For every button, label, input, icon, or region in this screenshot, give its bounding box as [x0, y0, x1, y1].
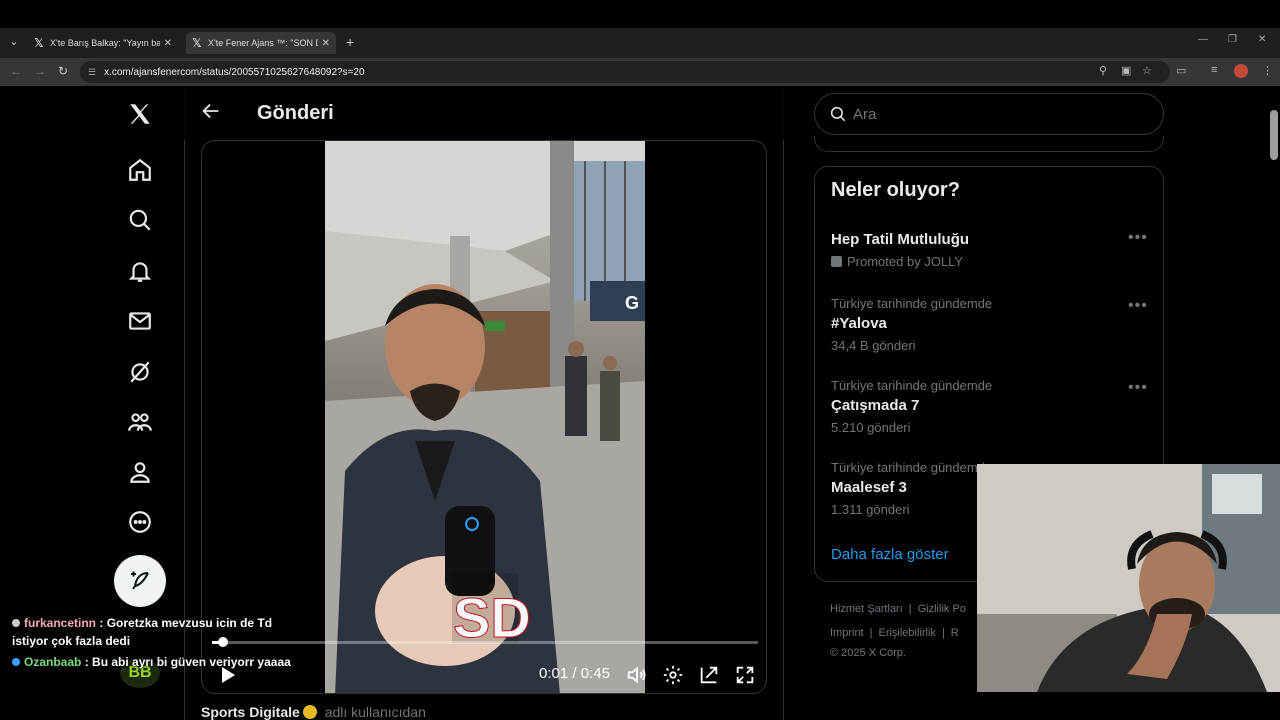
chat-badge-icon	[12, 658, 20, 666]
settings-gear-icon[interactable]	[662, 664, 684, 686]
fullscreen-icon[interactable]	[734, 664, 756, 686]
video-progress-track[interactable]	[212, 641, 758, 644]
picture-in-picture-icon[interactable]	[698, 664, 720, 686]
page-scrollbar[interactable]	[1270, 110, 1278, 160]
trend-more-icon[interactable]: •••	[1128, 229, 1148, 247]
search-box[interactable]	[814, 93, 1164, 135]
grok-icon[interactable]	[120, 352, 160, 392]
menu-kebab-icon[interactable]: ⋮	[1262, 64, 1273, 77]
explore-search-icon[interactable]	[120, 200, 160, 240]
more-circle-icon[interactable]	[120, 502, 160, 542]
footer-links-row: Hizmet Şartları | Gizlilik Po	[830, 603, 966, 615]
trend-more-icon[interactable]: •••	[1128, 297, 1148, 315]
promoted-icon	[831, 256, 842, 267]
search-input[interactable]	[853, 105, 1143, 123]
show-more-link[interactable]: Daha fazla göster	[831, 546, 949, 563]
post-author-line[interactable]: Sports Digitale adlı kullanıcıdan	[201, 704, 426, 720]
search-icon	[830, 106, 846, 122]
volume-icon[interactable]	[626, 664, 648, 686]
minimize-icon[interactable]: —	[1198, 34, 1208, 45]
reading-list-icon[interactable]: ≡	[1211, 64, 1217, 76]
author-name[interactable]: Sports Digitale	[201, 704, 300, 720]
current-time: 0:01	[539, 665, 569, 682]
window-titlebar	[0, 0, 1280, 28]
site-info-icon[interactable]: ☰	[88, 67, 96, 78]
trend-promoted: Promoted by JOLLY	[831, 254, 963, 269]
zoom-icon[interactable]: ⚲	[1099, 64, 1107, 77]
chat-text: : Bu abi ayrı bi güven veriyorr yaaaa	[84, 655, 291, 669]
video-frame-image[interactable]: G SD	[325, 141, 645, 693]
tab-close-icon[interactable]: ✕	[164, 38, 172, 49]
author-handle: adlı kullanıcıdan	[324, 704, 426, 720]
verified-badge-icon	[302, 705, 317, 719]
sidebar-card-stub	[814, 136, 1164, 152]
video-watermark: SD	[453, 586, 531, 649]
communities-icon[interactable]	[120, 402, 160, 442]
chat-message: furkancetinn : Goretzka mevzusu icin de …	[12, 614, 272, 650]
home-icon[interactable]	[120, 150, 160, 190]
profile-person-icon[interactable]	[120, 452, 160, 492]
trend-count: 34,4 B gönderi	[831, 338, 916, 353]
trend-context: Türkiye tarihinde gündemde	[831, 296, 993, 311]
copyright: © 2025 X Corp.	[830, 647, 906, 659]
close-window-icon[interactable]: ✕	[1258, 34, 1266, 45]
trends-title: Neler oluyor?	[831, 179, 960, 201]
trend-context: Türkiye tarihinde gündemde	[831, 460, 993, 475]
chat-badge-icon	[12, 619, 20, 627]
restore-icon[interactable]: ❐	[1228, 34, 1237, 45]
chat-text: : Goretzka mevzusu icin de Td	[99, 616, 273, 630]
reload-icon[interactable]: ↻	[58, 64, 68, 78]
chat-username: furkancetinn	[24, 616, 97, 630]
bookmark-star-icon[interactable]: ☆	[1142, 64, 1152, 77]
browser-tab[interactable]: 𝕏 X'te Barış Balkay: "Yayın başladı ✕	[28, 32, 178, 54]
notifications-bell-icon[interactable]	[120, 251, 160, 291]
footer-link[interactable]: Erişilebilirlik	[878, 627, 935, 639]
tab-title: X'te Fener Ajans ™: "SON DAKİ	[208, 38, 318, 48]
compose-post-button[interactable]	[114, 555, 166, 607]
time-separator: /	[572, 665, 577, 682]
back-icon[interactable]: ←	[10, 64, 22, 78]
chat-username: Ozanbaab	[24, 655, 82, 669]
compose-feather-icon	[131, 571, 149, 590]
footer-link[interactable]: Imprint	[830, 627, 864, 639]
svg-text:G: G	[625, 293, 639, 313]
extensions-icon[interactable]: ▭	[1176, 64, 1186, 77]
footer-links-row: Imprint | Erişilebilirlik | R	[830, 627, 959, 639]
duration: 0:45	[580, 665, 610, 682]
trend-more-icon[interactable]: •••	[1128, 379, 1148, 397]
trend-count: 1.311 gönderi	[831, 502, 910, 517]
x-favicon-icon: 𝕏	[34, 36, 44, 50]
page-title: Gönderi	[257, 102, 334, 124]
x-logo-icon[interactable]	[120, 94, 160, 134]
messages-mail-icon[interactable]	[120, 301, 160, 341]
footer-link[interactable]: Hizmet Şartları	[830, 603, 903, 615]
video-time: 0:01 / 0:45	[539, 665, 610, 682]
trend-name[interactable]: Maalesef 3	[831, 479, 907, 496]
tab-close-icon[interactable]: ✕	[322, 38, 330, 49]
url-text: x.com/ajansfenercom/status/2005571025627…	[104, 66, 365, 78]
tab-title: X'te Barış Balkay: "Yayın başladı	[50, 38, 160, 48]
footer-link[interactable]: R	[951, 627, 959, 639]
video-player[interactable]: G SD 0:01 / 0:45	[201, 140, 767, 694]
browser-window: { "browser": { "tabs": [ {"title": "X'te…	[0, 0, 1280, 720]
install-icon[interactable]: ▣	[1121, 64, 1131, 77]
chat-text-continued: istiyor çok fazla dedi	[12, 634, 131, 648]
trend-name[interactable]: Çatışmada 7	[831, 397, 919, 414]
trend-context: Türkiye tarihinde gündemde	[831, 378, 993, 393]
new-tab-button[interactable]: +	[346, 34, 354, 50]
webcam-overlay	[977, 464, 1280, 692]
footer-link[interactable]: Gizlilik Po	[918, 603, 966, 615]
trend-name[interactable]: #Yalova	[831, 315, 887, 332]
trend-name[interactable]: Hep Tatil Mutluluğu	[831, 231, 969, 248]
forward-icon[interactable]: →	[34, 64, 46, 78]
trend-count: 5.210 gönderi	[831, 420, 911, 435]
browser-tab-active[interactable]: 𝕏 X'te Fener Ajans ™: "SON DAKİ ✕	[186, 32, 336, 54]
chat-message: Ozanbaab : Bu abi ayrı bi güven veriyorr…	[12, 653, 291, 671]
x-favicon-icon: 𝕏	[192, 36, 202, 50]
profile-avatar[interactable]	[1234, 64, 1248, 78]
tab-search-icon[interactable]: ⌄	[6, 34, 22, 50]
address-bar[interactable]: ☰ x.com/ajansfenercom/status/20055710256…	[80, 61, 1170, 83]
promoted-label: Promoted by JOLLY	[847, 254, 964, 269]
back-arrow-icon[interactable]	[200, 100, 222, 122]
